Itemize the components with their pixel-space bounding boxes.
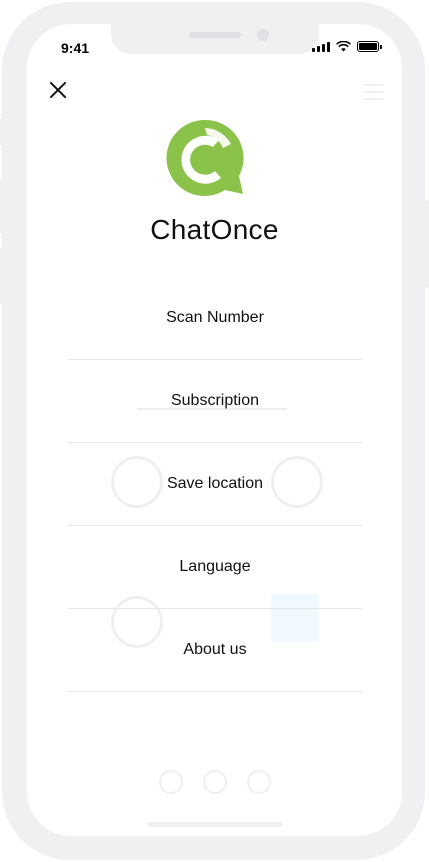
menu-item-subscription[interactable]: Subscription (68, 360, 362, 443)
app-name: ChatOnce (150, 214, 279, 245)
menu-item-language[interactable]: Language (68, 526, 362, 609)
menu-item-save-location[interactable]: Save location (68, 443, 362, 526)
battery-icon (357, 41, 379, 52)
status-icons (312, 41, 382, 52)
side-button-volume-down (0, 248, 4, 304)
battery-tip (380, 45, 382, 49)
status-time: 9:41 (61, 40, 90, 56)
chatonce-logo (166, 119, 244, 196)
notch (111, 24, 319, 54)
background-social-icon (247, 770, 271, 794)
menu-item-scan-number[interactable]: Scan Number (68, 277, 362, 360)
camera (257, 29, 269, 41)
speaker (189, 32, 241, 38)
phone-screen: 9:41 ChatOnce Scan Number Subscription S… (27, 24, 402, 836)
drawer-menu: Scan Number Subscription Save location L… (68, 277, 362, 692)
home-indicator[interactable] (147, 822, 283, 827)
close-icon[interactable] (49, 80, 69, 100)
hamburger-icon (364, 84, 384, 105)
background-social-icon (203, 770, 227, 794)
side-button-mute (0, 118, 4, 146)
background-social-icon (159, 770, 183, 794)
menu-item-about-us[interactable]: About us (68, 609, 362, 692)
wifi-icon (336, 41, 351, 52)
side-button-power (425, 200, 429, 288)
side-button-volume-up (0, 178, 4, 234)
cellular-signal-icon (312, 42, 330, 52)
